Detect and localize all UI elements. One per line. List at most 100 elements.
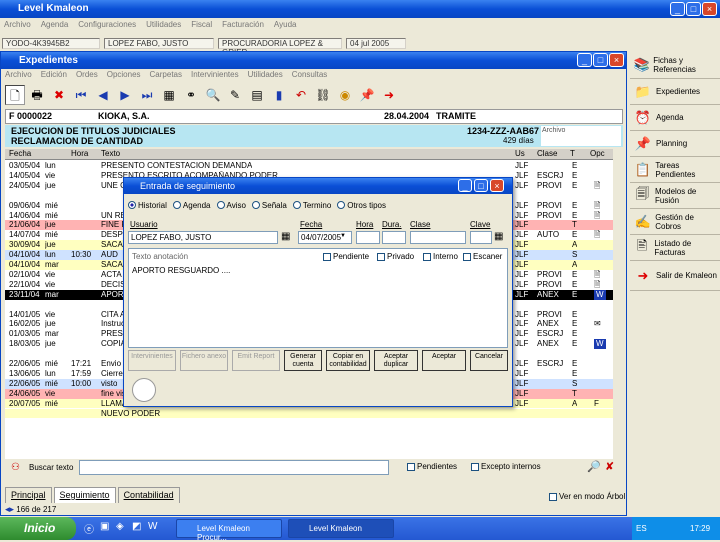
copiar-contabilidad-button[interactable]: Copiar en contabilidad	[326, 350, 370, 371]
col-opc[interactable]: Opc	[590, 149, 605, 158]
clave-field[interactable]	[470, 231, 492, 244]
quicklaunch-media-icon[interactable]: ◈	[116, 521, 124, 532]
radio-termino[interactable]: Termino	[292, 201, 331, 210]
globe-icon[interactable]: ◉	[335, 85, 355, 105]
document-icon[interactable]: 🗎	[594, 270, 600, 280]
radio-otros[interactable]: Otros tipos	[337, 201, 386, 210]
generar-cuenta-button[interactable]: Generar cuenta	[284, 350, 322, 371]
nav-facturas[interactable]: 🖹 Listado de Facturas	[630, 235, 720, 261]
task-level-kmaleon-procur[interactable]: Level Kmaleon Procur...	[176, 519, 282, 542]
nav-salir[interactable]: ➜ Salir de Kmaleon	[630, 261, 720, 291]
last-record-icon[interactable]: ⏭	[137, 85, 157, 105]
table-view-icon[interactable]: ▦	[159, 85, 179, 105]
inner-maximize-button[interactable]: □	[593, 53, 608, 67]
dura-field[interactable]	[382, 231, 406, 244]
tab-principal[interactable]: Principal	[5, 487, 52, 503]
minimize-button[interactable]: _	[670, 2, 685, 16]
imenu-opciones[interactable]: Opciones	[107, 70, 141, 82]
first-record-icon[interactable]: ⏮	[71, 85, 91, 105]
next-record-icon[interactable]: ▶	[115, 85, 135, 105]
pendientes-checkbox[interactable]: Pendientes	[407, 462, 457, 471]
start-button[interactable]: Inicio	[0, 517, 76, 540]
clear-search-icon[interactable]: ✘	[605, 460, 614, 473]
interno-checkbox[interactable]: Interno	[423, 252, 458, 261]
clave-lookup-icon[interactable]: ▦	[494, 231, 503, 242]
menu-agenda[interactable]: Agenda	[41, 20, 69, 30]
ver-modo-arbol-checkbox[interactable]: Ver en modo Árbol	[549, 492, 625, 501]
menu-configuraciones[interactable]: Configuraciones	[78, 20, 136, 30]
mail-icon[interactable]: ✉	[594, 319, 601, 329]
new-doc-icon[interactable]: 🗋	[5, 85, 25, 105]
document-icon[interactable]: F	[594, 399, 599, 409]
excepto-checkbox[interactable]: Excepto internos	[471, 462, 541, 471]
table-row[interactable]: 03/05/04 lun PRESENTO CONTESTACION DEMANDA…	[5, 161, 613, 171]
imenu-utilidades[interactable]: Utilidades	[248, 70, 283, 82]
menu-facturacion[interactable]: Facturación	[222, 20, 264, 30]
escaner-checkbox[interactable]: Escaner	[463, 252, 502, 261]
quicklaunch-folder-icon[interactable]: ▣	[100, 521, 109, 532]
maximize-button[interactable]: □	[686, 2, 701, 16]
imenu-consultas[interactable]: Consultas	[292, 70, 328, 82]
cancelar-button[interactable]: Cancelar	[470, 350, 508, 371]
document-icon[interactable]: 🗎	[594, 211, 600, 221]
menu-utilidades[interactable]: Utilidades	[146, 20, 181, 30]
document-icon[interactable]: 🗎	[594, 230, 600, 240]
privado-checkbox[interactable]: Privado	[377, 252, 414, 261]
quicklaunch-ie-icon[interactable]: ⓔ	[84, 521, 94, 536]
radio-agenda[interactable]: Agenda	[172, 201, 211, 210]
dialog-minimize-button[interactable]: _	[458, 179, 472, 192]
nav-agenda[interactable]: ⏰ Agenda	[630, 105, 720, 131]
menu-fiscal[interactable]: Fiscal	[191, 20, 212, 30]
imenu-archivo[interactable]: Archivo	[5, 70, 32, 82]
col-texto[interactable]: Texto	[101, 149, 120, 158]
nav-tareas[interactable]: 📋 Tareas Pendientes	[630, 157, 720, 183]
nav-planning[interactable]: 📌 Planning	[630, 131, 720, 157]
nav-expedientes[interactable]: 📁 Expedientes	[630, 79, 720, 105]
col-clase[interactable]: Clase	[537, 149, 557, 158]
search-icon[interactable]: 🔍	[203, 85, 223, 105]
word-doc-icon[interactable]: W	[594, 289, 606, 300]
document-icon[interactable]: 🗎	[594, 181, 600, 191]
imenu-edicion[interactable]: Edición	[41, 70, 67, 82]
prev-record-icon[interactable]: ◀	[93, 85, 113, 105]
document-icon[interactable]: 🗎	[594, 201, 600, 211]
note-area[interactable]: Texto anotación Pendiente Privado Intern…	[128, 248, 508, 348]
language-indicator[interactable]: ES	[636, 524, 647, 533]
chart-icon[interactable]: ▮	[269, 85, 289, 105]
binoculars-icon[interactable]: ⚭	[181, 85, 201, 105]
nav-fichas[interactable]: 📚 Fichas y Referencias	[630, 51, 720, 79]
fichero-anexo-button[interactable]: Fichero anexo	[180, 350, 228, 371]
inner-minimize-button[interactable]: _	[577, 53, 592, 67]
pin-icon[interactable]: 📌	[357, 85, 377, 105]
tab-seguimiento[interactable]: Seguimiento	[53, 487, 116, 503]
pendiente-checkbox[interactable]: Pendiente	[323, 252, 369, 261]
task-level-kmaleon[interactable]: Level Kmaleon	[288, 519, 394, 538]
menu-ayuda[interactable]: Ayuda	[274, 20, 297, 30]
delete-icon[interactable]: ✖	[49, 85, 69, 105]
clase-field[interactable]	[410, 231, 466, 244]
intervinientes-button[interactable]: Intervinientes	[128, 350, 176, 371]
chevron-down-icon[interactable]: ▼	[340, 233, 346, 239]
dialog-maximize-button[interactable]: □	[474, 179, 488, 192]
search-input[interactable]	[79, 460, 389, 475]
imenu-carpetas[interactable]: Carpetas	[150, 70, 182, 82]
nav-modelos[interactable]: 🗐 Modelos de Fusión	[630, 183, 720, 209]
edit-icon[interactable]: ✎	[225, 85, 245, 105]
dialog-close-button[interactable]: ×	[490, 179, 504, 192]
grid-icon[interactable]: ▤	[247, 85, 267, 105]
nav-cobros[interactable]: ✍ Gestión de Cobros	[630, 209, 720, 235]
inner-close-button[interactable]: ×	[609, 53, 624, 67]
arrow-right-icon[interactable]: ➜	[379, 85, 399, 105]
aceptar-button[interactable]: Aceptar	[422, 350, 466, 371]
table-row[interactable]: NUEVO PODER	[5, 408, 613, 419]
imenu-intervinientes[interactable]: Intervinientes	[191, 70, 239, 82]
search-go-icon[interactable]: 🔎	[587, 460, 601, 473]
radio-aviso[interactable]: Aviso	[216, 201, 246, 210]
emit-report-button[interactable]: Emit Report	[232, 350, 280, 371]
link-icon[interactable]: ⛓	[313, 85, 333, 105]
undo-icon[interactable]: ↶	[291, 85, 311, 105]
tab-contabilidad[interactable]: Contabilidad	[117, 487, 180, 503]
close-button[interactable]: ×	[702, 2, 717, 16]
col-hora[interactable]: Hora	[71, 149, 88, 158]
word-doc-icon[interactable]: W	[594, 339, 606, 350]
